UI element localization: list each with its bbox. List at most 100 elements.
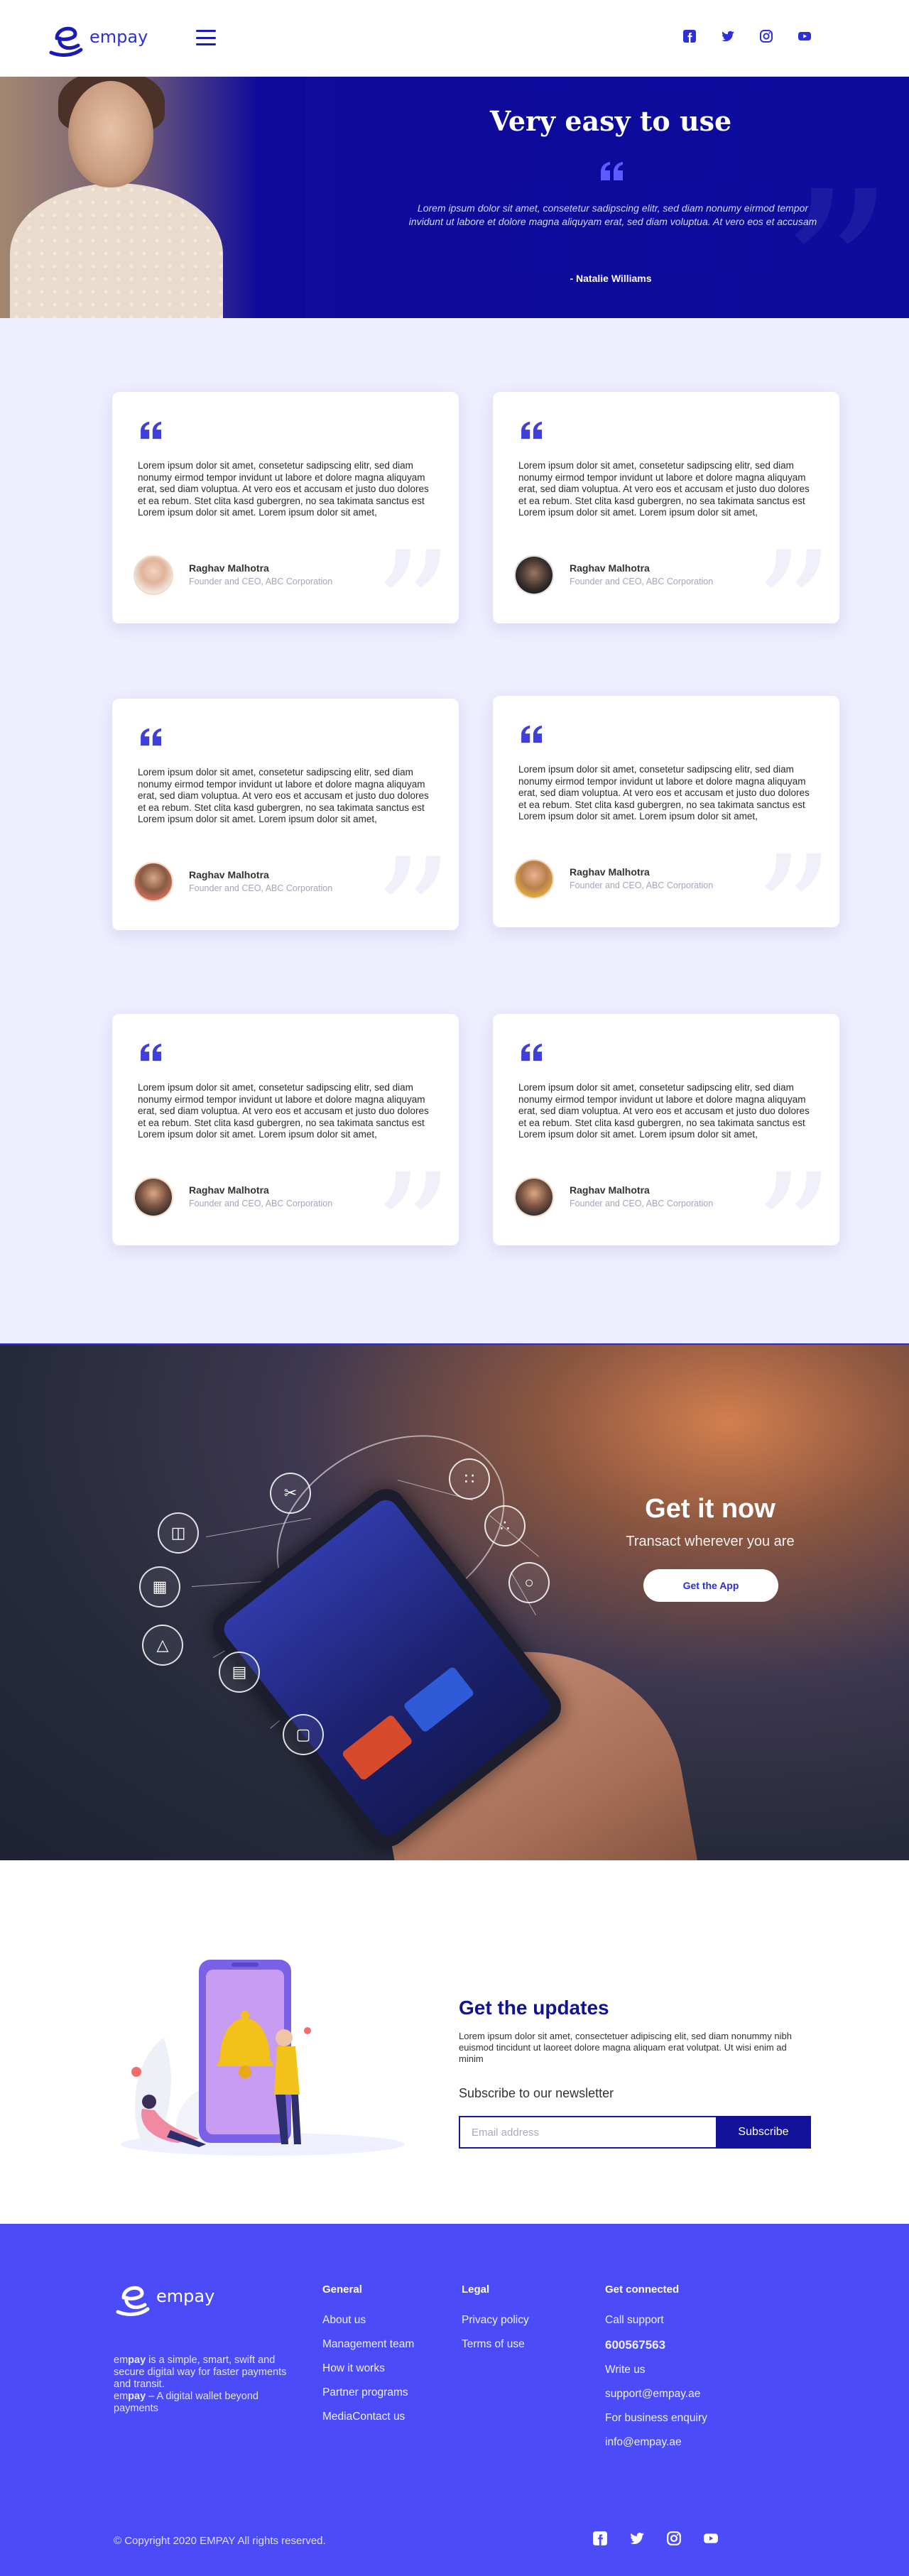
get-the-app-button[interactable]: Get the App xyxy=(643,1569,778,1602)
newsletter-form: Subscribe xyxy=(459,2116,811,2149)
avatar xyxy=(134,555,173,595)
testimonial-name: Raghav Malhotra xyxy=(570,866,650,878)
testimonial-text: Lorem ipsum dolor sit amet, consetetur s… xyxy=(138,460,429,518)
testimonial-card: Lorem ipsum dolor sit amet, consetetur s… xyxy=(112,699,459,930)
footer-link-media-contact[interactable]: MediaContact us xyxy=(322,2411,414,2423)
twitter-icon[interactable] xyxy=(629,2531,645,2546)
subscribe-button[interactable]: Subscribe xyxy=(716,2116,811,2149)
testimonial-role: Founder and CEO, ABC Corporation xyxy=(189,883,333,893)
testimonial-role: Founder and CEO, ABC Corporation xyxy=(189,577,333,586)
quote-icon xyxy=(521,421,542,440)
bus-icon: ▤ xyxy=(219,1652,260,1693)
site-footer: empay empay is a simple, smart, swift an… xyxy=(0,2224,909,2576)
notification-illustration xyxy=(121,1960,405,2156)
footer-link-privacy[interactable]: Privacy policy xyxy=(462,2314,529,2327)
testimonial-text: Lorem ipsum dolor sit amet, consetetur s… xyxy=(138,767,429,824)
quote-icon xyxy=(521,725,542,743)
testimonial-name: Raghav Malhotra xyxy=(570,562,650,574)
footer-logo[interactable]: empay xyxy=(114,2276,214,2316)
updates-text: Lorem ipsum dolor sit amet, consectetuer… xyxy=(459,2031,792,2064)
footer-col-connected: Get connected Call support 600567563 Wri… xyxy=(605,2283,707,2460)
testimonial-text: Lorem ipsum dolor sit amet, consetetur s… xyxy=(138,1082,429,1140)
testimonial-card: Lorem ipsum dolor sit amet, consetetur s… xyxy=(493,392,839,623)
youtube-icon[interactable] xyxy=(797,28,812,44)
email-input[interactable] xyxy=(459,2116,716,2149)
logo[interactable]: empay xyxy=(47,17,148,57)
testimonial-text: Lorem ipsum dolor sit amet, consetetur s… xyxy=(518,764,810,822)
avatar xyxy=(134,862,173,902)
avatar xyxy=(134,1177,173,1217)
facebook-icon[interactable] xyxy=(592,2531,608,2546)
twitter-icon[interactable] xyxy=(720,28,736,44)
quote-icon xyxy=(521,1043,542,1061)
footer-link-terms[interactable]: Terms of use xyxy=(462,2338,529,2351)
getit-subtitle: Transact wherever you are xyxy=(626,1534,795,1549)
footer-heading: General xyxy=(322,2283,362,2296)
avatar xyxy=(514,1177,554,1217)
instagram-icon[interactable] xyxy=(758,28,774,44)
hamburger-menu-icon[interactable] xyxy=(196,30,216,45)
footer-social-links xyxy=(592,2531,719,2546)
hero-quote-text: Lorem ipsum dolor sit amet, consetetur s… xyxy=(408,202,817,227)
site-header: empay xyxy=(0,0,909,77)
testimonial-role: Founder and CEO, ABC Corporation xyxy=(570,880,714,890)
testimonial-card: Lorem ipsum dolor sit amet, consetetur s… xyxy=(112,1014,459,1245)
network-icon: ∴ xyxy=(484,1505,526,1546)
testimonial-role: Founder and CEO, ABC Corporation xyxy=(570,1199,714,1208)
quote-icon xyxy=(141,421,161,440)
hero-banner: ” Very easy to use Lorem ipsum dolor sit… xyxy=(0,77,909,318)
ticket-icon: ▦ xyxy=(139,1566,180,1608)
quote-watermark-icon: ” xyxy=(373,518,453,623)
grid-icon: ∷ xyxy=(449,1458,490,1500)
box-icon: ▢ xyxy=(283,1714,324,1755)
avatar xyxy=(514,555,554,595)
shopping-cart-icon: ◫ xyxy=(158,1512,199,1554)
testimonial-text: Lorem ipsum dolor sit amet, consetetur s… xyxy=(518,460,810,518)
hero-photo xyxy=(0,77,305,318)
footer-write-us: Write us xyxy=(605,2364,646,2376)
logo-mark-icon xyxy=(116,2286,150,2316)
logo-mark-icon xyxy=(49,26,83,57)
car-icon: △ xyxy=(142,1625,183,1666)
footer-business-enquiry: For business enquiry xyxy=(605,2412,707,2424)
testimonial-name: Raghav Malhotra xyxy=(570,1184,650,1196)
quote-watermark-icon: ” xyxy=(753,518,834,623)
copyright: © Copyright 2020 EMPAY All rights reserv… xyxy=(114,2535,326,2547)
footer-call-support: Call support xyxy=(605,2314,664,2326)
testimonial-card: Lorem ipsum dolor sit amet, consetetur s… xyxy=(493,696,839,927)
footer-link-how-it-works[interactable]: How it works xyxy=(322,2362,414,2375)
footer-col-general: General About us Management team How it … xyxy=(322,2283,414,2435)
testimonial-role: Founder and CEO, ABC Corporation xyxy=(189,1199,333,1208)
footer-support-email-link[interactable]: support@empay.ae xyxy=(605,2388,707,2401)
newsletter-label: Subscribe to our newsletter xyxy=(459,2086,614,2100)
header-social-links xyxy=(682,28,812,44)
getit-title: Get it now xyxy=(645,1494,775,1524)
instagram-icon[interactable] xyxy=(666,2531,682,2546)
testimonial-card: Lorem ipsum dolor sit amet, consetetur s… xyxy=(112,392,459,623)
footer-link-management[interactable]: Management team xyxy=(322,2338,414,2351)
footer-logo-text: empay xyxy=(156,2286,215,2306)
quote-watermark-icon: ” xyxy=(373,825,453,930)
get-app-section: ✂ ◫ ▦ △ ▤ ▢ ∷ ∴ ○ Get it now Transact wh… xyxy=(0,1343,909,1860)
scissors-icon: ✂ xyxy=(270,1473,311,1514)
quote-icon xyxy=(601,162,623,180)
youtube-icon[interactable] xyxy=(703,2531,719,2546)
facebook-icon[interactable] xyxy=(682,28,697,44)
logo-text: empay xyxy=(89,27,148,47)
footer-phone-link[interactable]: 600567563 xyxy=(605,2338,707,2352)
testimonial-name: Raghav Malhotra xyxy=(189,869,269,880)
testimonial-role: Founder and CEO, ABC Corporation xyxy=(570,577,714,586)
footer-about: empay is a simple, smart, swift and secu… xyxy=(114,2354,287,2414)
footer-col-legal: Legal Privacy policy Terms of use xyxy=(462,2283,529,2362)
footer-heading: Legal xyxy=(462,2283,490,2296)
testimonial-name: Raghav Malhotra xyxy=(189,1184,269,1196)
hero-quote-watermark-icon: ” xyxy=(778,143,895,318)
footer-info-email-link[interactable]: info@empay.ae xyxy=(605,2436,707,2449)
testimonial-text: Lorem ipsum dolor sit amet, consetetur s… xyxy=(518,1082,810,1140)
quote-watermark-icon: ” xyxy=(373,1140,453,1245)
quote-watermark-icon: ” xyxy=(753,1140,834,1245)
quote-icon xyxy=(141,728,161,746)
footer-link-about[interactable]: About us xyxy=(322,2314,414,2327)
hero-title: Very easy to use xyxy=(489,105,732,137)
footer-link-partner[interactable]: Partner programs xyxy=(322,2386,414,2399)
